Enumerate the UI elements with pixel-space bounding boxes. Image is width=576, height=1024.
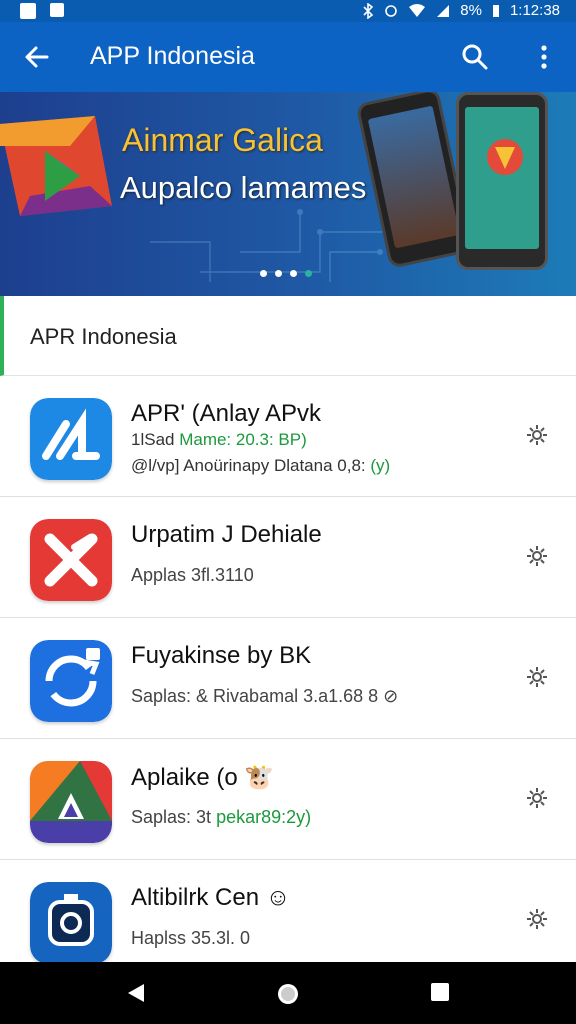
app-store-logo-icon (0, 116, 112, 216)
notification-icon (20, 3, 36, 19)
list-item[interactable]: Aplaike (o 🐮 Saplas: 3t pekar89:2y) (0, 739, 576, 860)
app-name: Altibilrk Cen ☺ (131, 884, 291, 911)
gear-icon[interactable] (526, 666, 548, 688)
list-item[interactable]: APR' (Anlay APvk 1lSad Mame: 20.3: BP) @… (0, 376, 576, 497)
app-meta: @l/vp] Anoürinapy Dlatana 0,8: (y) (131, 456, 391, 475)
app-meta: 1lSad Mame: 20.3: BP) (131, 430, 307, 449)
promo-banner[interactable]: Ainmar Galica Aupalco lamames (0, 92, 576, 296)
app-bar: APP Indonesia (0, 22, 576, 92)
phone-image-right (456, 92, 548, 270)
arrow-left-icon[interactable] (22, 42, 52, 72)
gear-icon[interactable] (526, 787, 548, 809)
app-icon-sync (30, 640, 112, 722)
page-title: APP Indonesia (90, 42, 255, 70)
banner-headline: Ainmar Galica (122, 122, 323, 158)
alarm-icon (385, 4, 398, 17)
carousel-indicators (260, 270, 312, 277)
app-meta: Saplas: & Rivabamal 3.a1.68 8 ⊘ (131, 686, 399, 706)
app-name: Fuyakinse by BK (131, 642, 312, 669)
app-icon-blue-slash (30, 398, 112, 480)
play-logo-icon (487, 139, 523, 175)
app-list: APR' (Anlay APvk 1lSad Mame: 20.3: BP) @… (0, 376, 576, 981)
section-title: APR Indonesia (30, 324, 177, 349)
app-icon-camera (30, 882, 112, 964)
banner-subheadline: Aupalco lamames (120, 170, 367, 205)
image-notification-icon (50, 3, 64, 17)
app-icon-triangle (30, 761, 112, 843)
app-name: Urpatim J Dehiale (131, 521, 322, 548)
section-header: APR Indonesia (0, 296, 576, 376)
gear-icon[interactable] (526, 545, 548, 567)
nav-recents-icon[interactable] (430, 982, 450, 1002)
app-meta: Applas 3fl.3110 (131, 565, 254, 585)
clock: 1:12:38 (509, 2, 560, 19)
carousel-dot-active[interactable] (305, 270, 312, 277)
system-nav-bar (0, 962, 576, 1024)
carousel-dot[interactable] (260, 270, 267, 277)
nav-back-icon[interactable] (126, 982, 146, 1004)
bluetooth-icon (363, 2, 374, 19)
wifi-icon (409, 3, 426, 17)
battery-percent: 8% (460, 2, 482, 19)
nav-home-icon[interactable] (276, 982, 300, 1006)
search-icon[interactable] (460, 42, 490, 72)
list-item[interactable]: Fuyakinse by BK Saplas: & Rivabamal 3.a1… (0, 618, 576, 739)
app-meta: Haplss 35.3l. 0 (131, 928, 251, 948)
carousel-dot[interactable] (275, 270, 282, 277)
app-icon-red-x (30, 519, 112, 601)
status-bar: 8% 1:12:38 (0, 0, 576, 22)
gear-icon[interactable] (526, 908, 548, 930)
app-name: APR' (Anlay APvk (131, 400, 321, 427)
signal-icon (437, 4, 450, 17)
app-meta: Saplas: 3t pekar89:2y) (131, 807, 312, 827)
more-vert-icon[interactable] (532, 42, 556, 72)
carousel-dot[interactable] (290, 270, 297, 277)
battery-icon (492, 4, 499, 17)
app-name: Aplaike (o 🐮 (131, 764, 275, 791)
gear-icon[interactable] (526, 424, 548, 446)
list-item[interactable]: Urpatim J Dehiale Applas 3fl.3110 (0, 497, 576, 618)
